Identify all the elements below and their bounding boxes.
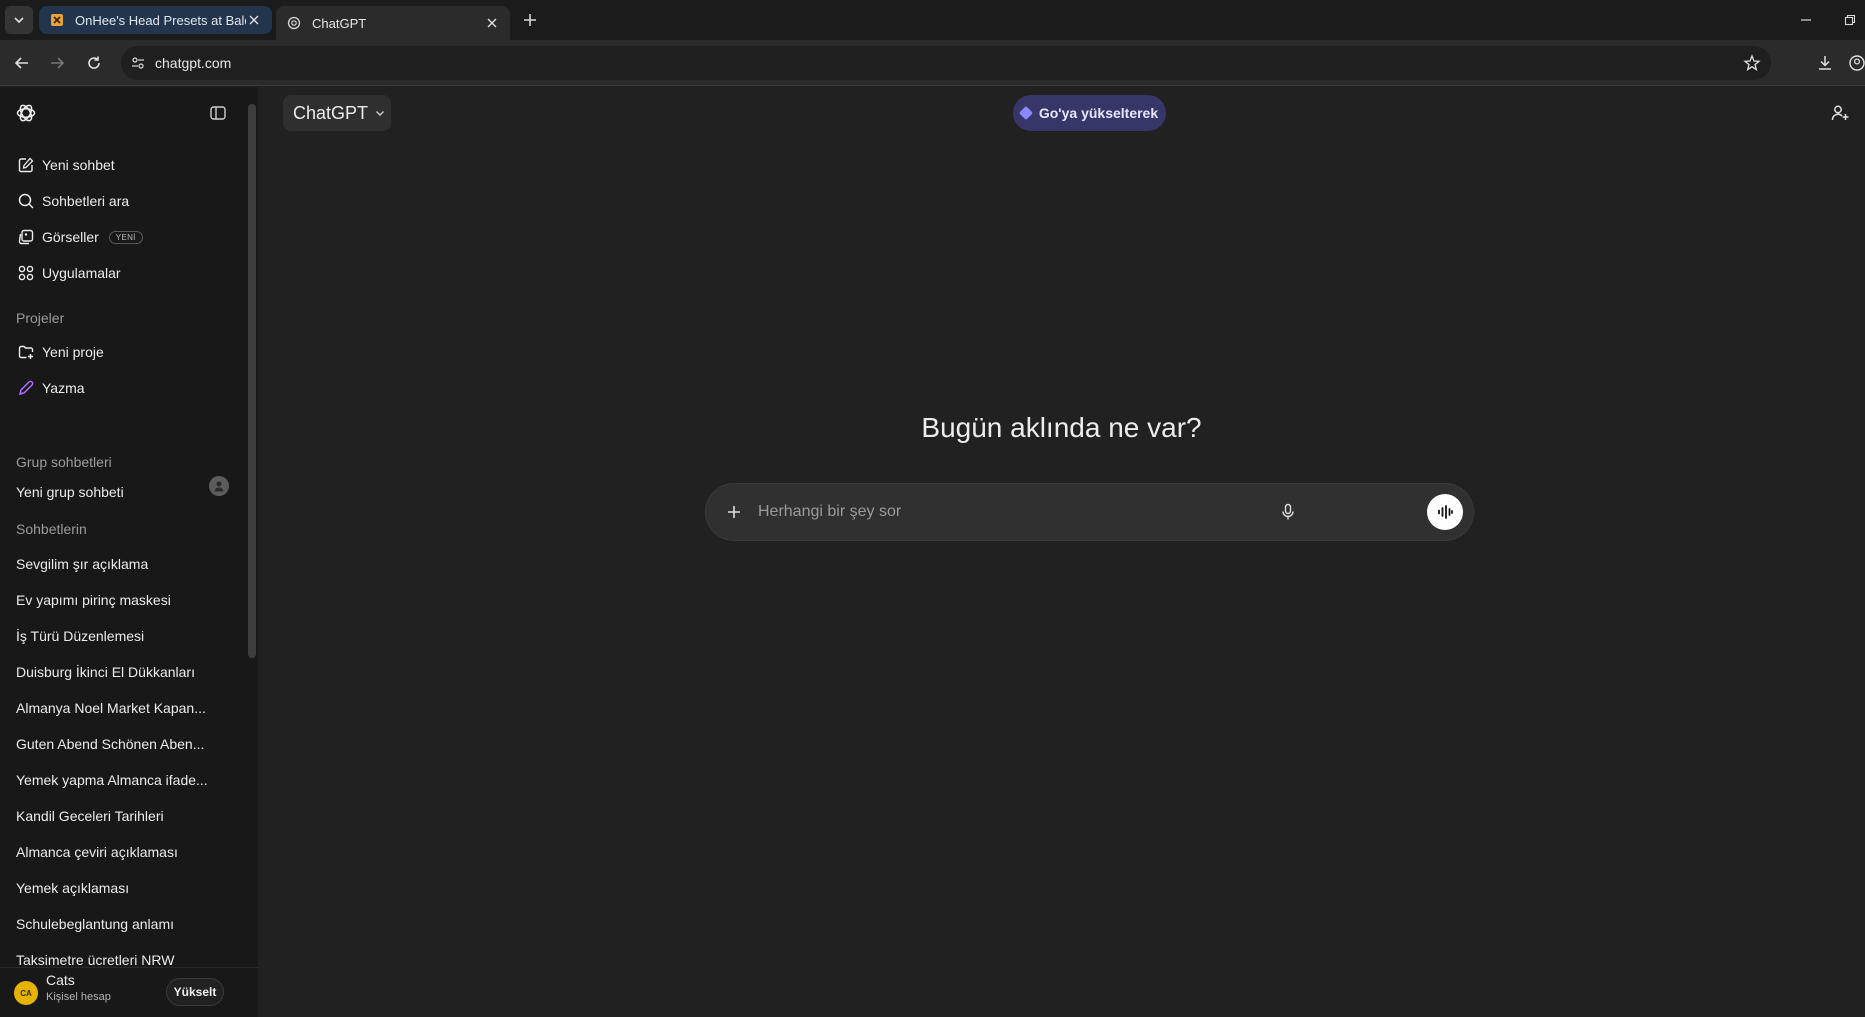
go-upgrade-button[interactable]: Go'ya yükselterek bbox=[1013, 95, 1166, 131]
sidebar-item-apps[interactable]: Uygulamalar bbox=[8, 256, 240, 290]
tab-title: OnHee's Head Presets at Baldur bbox=[75, 12, 246, 28]
sidebar-scrollbar[interactable] bbox=[248, 104, 256, 658]
chevron-down-icon bbox=[14, 17, 24, 24]
temporary-chat-button[interactable] bbox=[1828, 101, 1852, 125]
new-badge: YENİ bbox=[108, 230, 143, 244]
profile-button[interactable] bbox=[1843, 49, 1865, 77]
chat-list-item[interactable]: Yemek açıklaması bbox=[8, 871, 240, 905]
chat-list-item[interactable]: Duisburg İkinci El Dükkanları bbox=[8, 655, 240, 689]
browser-tabstrip: OnHee's Head Presets at Baldur ChatGPT bbox=[0, 0, 1865, 40]
diamond-icon bbox=[1018, 105, 1033, 121]
sidebar-item-images[interactable]: Görseller YENİ bbox=[8, 220, 240, 254]
sidebar-item-label: Uygulamalar bbox=[42, 265, 121, 281]
sidebar-item-label: Yeni grup sohbeti bbox=[16, 484, 124, 500]
openai-logo-icon bbox=[16, 104, 36, 122]
chat-list-item[interactable]: Guten Abend Schönen Aben... bbox=[8, 727, 240, 761]
voice-mode-button[interactable] bbox=[1427, 494, 1463, 530]
chevron-down-icon bbox=[374, 107, 386, 119]
section-label-projects: Projeler bbox=[16, 310, 65, 326]
microphone-icon bbox=[1282, 503, 1294, 520]
browser-toolbar: chatgpt.com bbox=[0, 40, 1865, 86]
close-icon[interactable] bbox=[246, 12, 262, 28]
minimize-icon bbox=[1801, 19, 1811, 21]
section-label-group-chats: Grup sohbetleri bbox=[16, 454, 112, 470]
chat-list-item[interactable]: Almanya Noel Market Kapan... bbox=[8, 691, 240, 725]
tab-search-button[interactable] bbox=[5, 6, 33, 34]
profile-icon bbox=[1849, 55, 1865, 71]
avatar: CA bbox=[14, 981, 38, 1005]
sidebar-item-search-chats[interactable]: Sohbetleri ara bbox=[8, 184, 240, 218]
arrow-right-icon bbox=[51, 57, 65, 69]
sidebar-item-label: Görseller bbox=[42, 229, 99, 245]
prompt-composer[interactable] bbox=[706, 484, 1473, 540]
sidebar-item-new-group-chat[interactable]: Yeni grup sohbeti bbox=[8, 475, 240, 509]
chat-list-item[interactable]: Yemek yapma Almanca ifade... bbox=[8, 763, 240, 797]
openai-logo-button[interactable] bbox=[10, 97, 42, 129]
reload-icon bbox=[88, 56, 100, 69]
new-chat-icon bbox=[16, 155, 36, 175]
model-selector[interactable]: ChatGPT bbox=[283, 95, 391, 131]
forward-button[interactable] bbox=[43, 49, 71, 77]
section-label-your-chats: Sohbetlerin bbox=[16, 521, 87, 537]
nexus-mods-icon bbox=[49, 12, 65, 28]
reload-button[interactable] bbox=[80, 49, 108, 77]
chat-list-item[interactable]: Almanca çeviri açıklaması bbox=[8, 835, 240, 869]
downloads-button[interactable] bbox=[1811, 49, 1839, 77]
chat-list-item[interactable]: Schulebeglantung anlamı bbox=[8, 907, 240, 941]
chat-list-item[interactable]: Sevgilim şır açıklama bbox=[8, 547, 240, 581]
apps-icon bbox=[16, 263, 36, 283]
address-bar[interactable]: chatgpt.com bbox=[121, 46, 1771, 80]
main-content: ChatGPT Go'ya yükselterek Bugün aklında … bbox=[258, 87, 1865, 1017]
chat-list-item[interactable]: Kandil Geceleri Tarihleri bbox=[8, 799, 240, 833]
browser-tab-2[interactable]: ChatGPT bbox=[276, 6, 510, 40]
arrow-left-icon bbox=[14, 57, 28, 69]
plus-icon bbox=[524, 14, 536, 26]
sidebar-item-label: Yeni sohbet bbox=[42, 157, 115, 173]
upgrade-button[interactable]: Yükselt bbox=[166, 978, 224, 1006]
minimize-button[interactable] bbox=[1788, 6, 1824, 34]
add-person-icon bbox=[1831, 105, 1849, 121]
user-name: Cats bbox=[46, 972, 75, 988]
voice-waveform-icon bbox=[1438, 505, 1453, 519]
group-avatar-icon bbox=[209, 476, 229, 496]
sidebar-item-label: Yazma bbox=[42, 380, 85, 396]
search-icon bbox=[16, 191, 36, 211]
sidebar-item-label: Sohbetleri ara bbox=[42, 193, 130, 209]
tab-title: ChatGPT bbox=[312, 15, 367, 31]
download-icon bbox=[1819, 56, 1831, 70]
account-footer[interactable]: CA Cats Kişisel hesap Yükselt bbox=[0, 967, 258, 1017]
model-name: ChatGPT bbox=[293, 102, 369, 123]
toggle-sidebar-button[interactable] bbox=[202, 97, 234, 129]
chat-list-item[interactable]: İş Türü Düzenlemesi bbox=[8, 619, 240, 653]
close-icon[interactable] bbox=[484, 15, 500, 31]
bookmark-star-icon[interactable] bbox=[1743, 54, 1761, 77]
new-tab-button[interactable] bbox=[518, 8, 542, 32]
site-settings-icon[interactable] bbox=[121, 46, 155, 80]
url-text: chatgpt.com bbox=[155, 55, 232, 71]
chat-list-item[interactable]: Ev yapımı pirinç maskesi bbox=[8, 583, 240, 617]
user-plan: Kişisel hesap bbox=[46, 991, 111, 1003]
restore-icon bbox=[1844, 14, 1856, 26]
new-project-icon bbox=[16, 342, 36, 362]
sidebar: Yeni sohbet Sohbetleri ara Görseller YEN… bbox=[0, 87, 258, 1017]
openai-icon bbox=[286, 15, 302, 31]
plus-icon bbox=[728, 506, 740, 518]
sidebar-item-label: Yeni proje bbox=[42, 344, 104, 360]
dictate-button[interactable] bbox=[1274, 498, 1302, 526]
page-title: Bugün aklında ne var? bbox=[921, 412, 1202, 443]
restore-button[interactable] bbox=[1832, 6, 1865, 34]
prompt-input[interactable] bbox=[758, 498, 1318, 526]
sidebar-toggle-icon bbox=[210, 106, 226, 120]
images-icon bbox=[16, 227, 36, 247]
back-button[interactable] bbox=[8, 49, 36, 77]
attach-button[interactable] bbox=[720, 498, 748, 526]
sidebar-item-new-chat[interactable]: Yeni sohbet bbox=[8, 148, 240, 182]
writing-icon bbox=[16, 378, 36, 398]
sidebar-item-new-project[interactable]: Yeni proje bbox=[8, 335, 240, 369]
go-upgrade-label: Go'ya yükselterek bbox=[1038, 105, 1159, 121]
browser-tab-1[interactable]: OnHee's Head Presets at Baldur bbox=[39, 6, 272, 34]
sidebar-item-project-yazma[interactable]: Yazma bbox=[8, 371, 240, 405]
